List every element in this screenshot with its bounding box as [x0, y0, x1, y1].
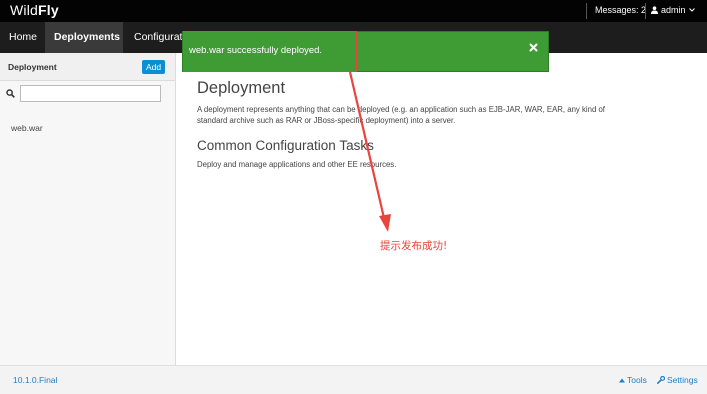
settings-link[interactable]: Settings	[657, 375, 698, 385]
caret-up-icon	[619, 378, 625, 382]
footer: 10.1.0.Final Tools Settings	[0, 365, 707, 394]
wrench-icon	[657, 376, 665, 384]
annotation-note: 提示发布成功!	[380, 240, 448, 252]
wildfly-console: WildFly Messages: 2 admin Home Deploymen…	[0, 0, 707, 394]
version-link[interactable]: 10.1.0.Final	[13, 375, 57, 385]
settings-label: Settings	[667, 375, 698, 385]
annotation-arrow	[348, 71, 391, 232]
tools-label: Tools	[627, 375, 647, 385]
tools-link[interactable]: Tools	[619, 375, 647, 385]
